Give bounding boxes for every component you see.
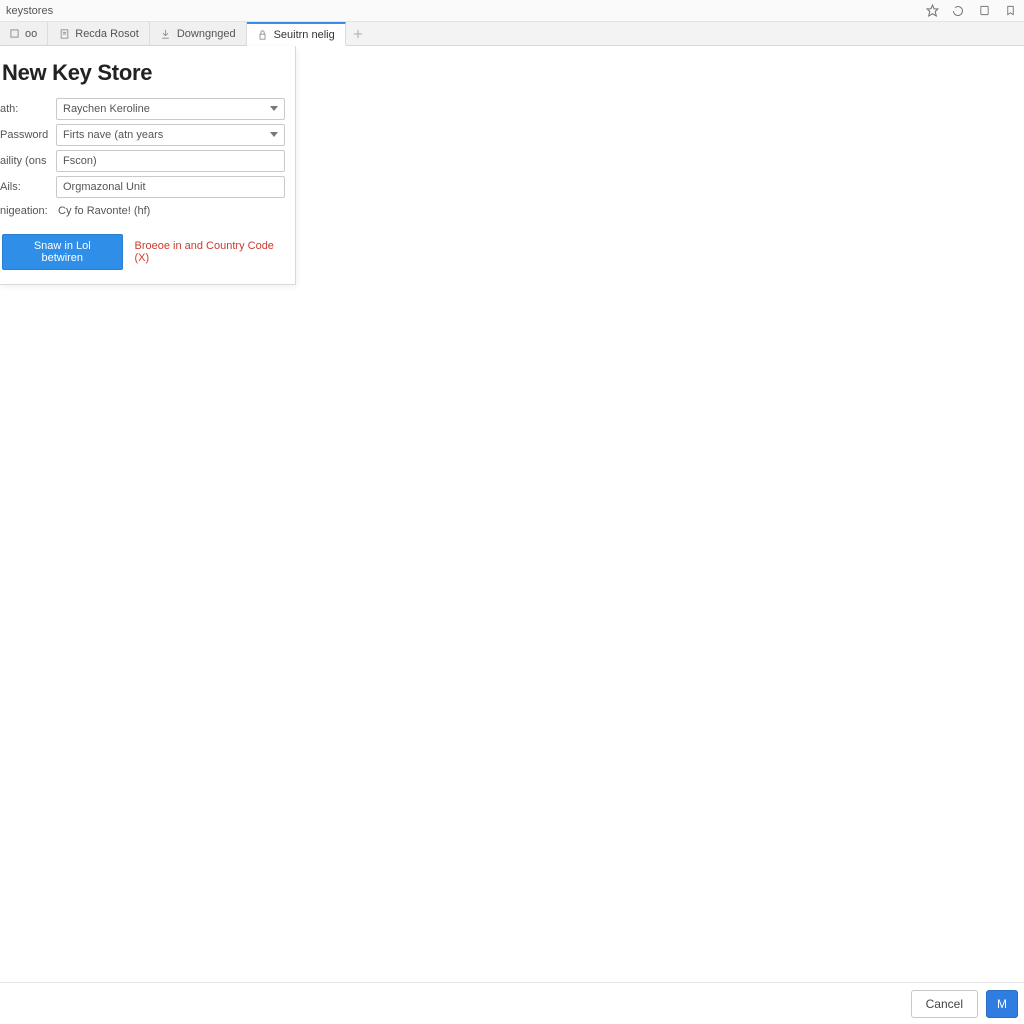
tab-label: Recda Rosot — [75, 28, 139, 40]
label-alias: Ails: — [0, 181, 56, 193]
tab-3[interactable]: Seuitrn nelig — [247, 22, 346, 46]
bottom-bar: Cancel M — [0, 982, 1024, 1024]
tab-0[interactable]: oo — [0, 22, 48, 45]
bookmark-icon[interactable] — [1002, 3, 1018, 19]
tab-2[interactable]: Downgnged — [150, 22, 247, 45]
label-description: nigeation: — [0, 205, 56, 217]
validity-input[interactable] — [56, 150, 285, 172]
row-password: Password Firts nave (atn years — [0, 124, 295, 146]
tab-label: oo — [25, 28, 37, 40]
row-path: ath: Raychen Keroline — [0, 98, 295, 120]
path-select[interactable]: Raychen Keroline — [56, 98, 285, 120]
alias-input[interactable] — [56, 176, 285, 198]
row-validity: aility (ons — [0, 150, 295, 172]
browse-link[interactable]: Broeoe in and Country Code (X) — [135, 240, 288, 264]
label-path: ath: — [0, 103, 56, 115]
row-alias: Ails: — [0, 176, 295, 198]
field-alias — [56, 176, 285, 198]
field-password: Firts nave (atn years — [56, 124, 285, 146]
show-button[interactable]: Snaw in Lol betwiren — [2, 234, 123, 270]
field-validity — [56, 150, 285, 172]
tab-1[interactable]: Recda Rosot — [48, 22, 150, 45]
refresh-icon[interactable] — [950, 3, 966, 19]
cancel-button[interactable]: Cancel — [911, 990, 978, 1018]
ok-button[interactable]: M — [986, 990, 1018, 1018]
panel-icon[interactable] — [976, 3, 992, 19]
row-description: nigeation: Cy fo Ravonte! (hf) — [0, 202, 295, 220]
tab-strip: oo Recda Rosot Downgnged Seuitrn nelig — [0, 22, 1024, 46]
dialog-title: New Key Store — [0, 46, 295, 96]
download-icon — [160, 28, 172, 40]
label-password: Password — [0, 129, 56, 141]
password-select[interactable]: Firts nave (atn years — [56, 124, 285, 146]
new-key-store-panel: New Key Store ath: Raychen Keroline Pass… — [0, 46, 296, 285]
tab-label: Seuitrn nelig — [274, 29, 335, 41]
description-value: Cy fo Ravonte! (hf) — [56, 202, 285, 220]
address-bar: keystores — [0, 0, 1024, 22]
star-icon[interactable] — [924, 3, 940, 19]
new-tab-button[interactable] — [346, 22, 370, 45]
lock-icon — [257, 29, 269, 41]
panel-actions: Snaw in Lol betwiren Broeoe in and Count… — [0, 224, 295, 270]
tab-label: Downgnged — [177, 28, 236, 40]
doc-icon — [58, 28, 70, 40]
label-validity: aility (ons — [0, 155, 56, 167]
square-icon — [8, 28, 20, 40]
field-path: Raychen Keroline — [56, 98, 285, 120]
address-bar-title: keystores — [6, 5, 53, 17]
